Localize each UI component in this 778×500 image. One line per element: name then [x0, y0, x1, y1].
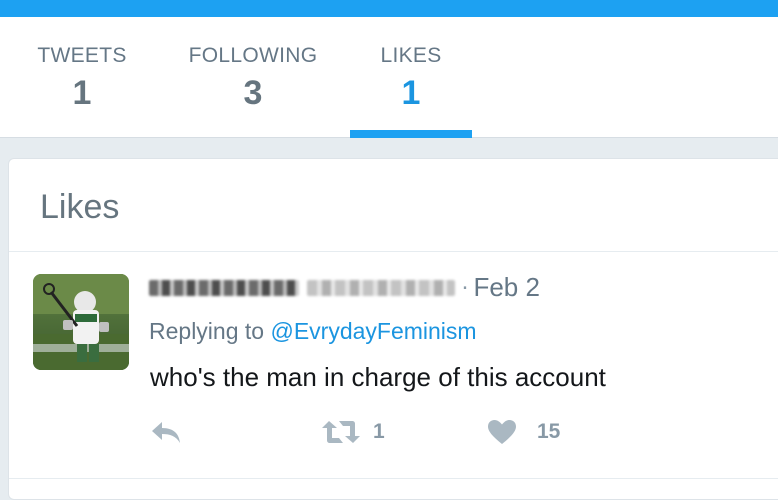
like-count: 15 [537, 420, 561, 443]
card-header: Likes [9, 159, 778, 252]
reply-arrow-icon [152, 422, 180, 443]
avatar[interactable] [33, 274, 129, 370]
reply-button[interactable] [149, 417, 209, 447]
likes-stat-label: LIKES [380, 44, 442, 67]
avatar-photo [33, 274, 129, 370]
following-stat-label: FOLLOWING [188, 44, 318, 67]
author-handle-redacted[interactable] [307, 279, 455, 296]
retweet-icon [322, 421, 360, 443]
heart-icon [488, 420, 516, 444]
top-accent-bar [0, 0, 778, 17]
tweets-stat[interactable]: TWEETS 1 [22, 17, 142, 137]
retweet-count: 1 [373, 420, 385, 443]
tweets-stat-count: 1 [72, 74, 92, 112]
reply-context: Replying to @EvrydayFeminism [149, 318, 477, 345]
likes-stat[interactable]: LIKES 1 [350, 17, 472, 138]
following-stat[interactable]: FOLLOWING 3 [178, 17, 328, 137]
like-button[interactable]: 15 [487, 417, 577, 447]
separator-dot: · [461, 273, 469, 301]
author-name-redacted[interactable] [149, 279, 299, 296]
tweet[interactable]: · Feb 2 Replying to @EvrydayFeminism who… [9, 252, 778, 479]
likes-stat-count: 1 [401, 74, 421, 112]
tweet-timestamp[interactable]: Feb 2 [473, 272, 540, 302]
tweet-header: · Feb 2 [149, 272, 540, 306]
reply-prefix: Replying to [149, 318, 271, 344]
likes-timeline-card: Likes · Feb 2 Replying to @EvrydayFemini… [8, 158, 778, 500]
following-stat-count: 3 [243, 74, 263, 112]
reply-to-link[interactable]: @EvrydayFeminism [270, 318, 476, 344]
profile-stats-bar: TWEETS 1 FOLLOWING 3 LIKES 1 [0, 17, 778, 138]
card-title: Likes [40, 188, 120, 226]
retweet-button[interactable]: 1 [321, 417, 411, 447]
active-tab-indicator [350, 130, 472, 138]
tweets-stat-label: TWEETS [37, 44, 127, 67]
tweet-text: who's the man in charge of this account [150, 362, 606, 392]
